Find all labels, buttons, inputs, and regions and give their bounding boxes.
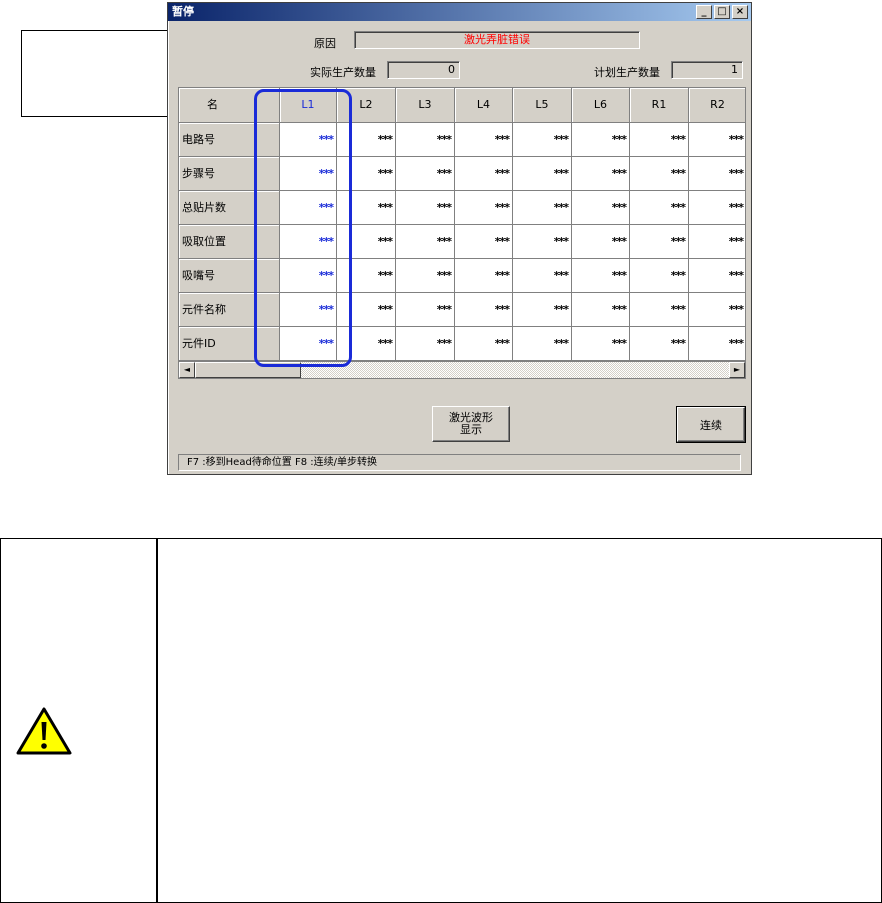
column-header-l3[interactable]: L3: [396, 88, 455, 123]
grid-cell[interactable]: ***: [455, 225, 513, 259]
reason-field: 激光弄脏错误: [354, 31, 640, 49]
column-header-l5[interactable]: L5: [513, 88, 572, 123]
column-header-r2[interactable]: R2: [689, 88, 745, 123]
grid-cell[interactable]: ***: [689, 293, 745, 327]
laser-waveform-button[interactable]: 激光波形 显示: [432, 406, 510, 442]
grid-cell[interactable]: ***: [396, 191, 455, 225]
grid-cell[interactable]: ***: [513, 191, 572, 225]
grid-cell[interactable]: ***: [396, 293, 455, 327]
grid-cell[interactable]: ***: [630, 225, 689, 259]
grid-cell[interactable]: ***: [630, 327, 689, 360]
grid-cell[interactable]: ***: [572, 327, 630, 360]
status-bar: F7 :移到Head待命位置 F8 :连续/单步转换: [178, 454, 741, 471]
grid-cell[interactable]: ***: [689, 327, 745, 360]
window-title: 暂停: [172, 5, 194, 18]
grid-cell[interactable]: ***: [513, 225, 572, 259]
l1-column-highlight: [254, 89, 352, 367]
warning-text-cell: [158, 539, 881, 902]
laser-waveform-label-2: 显示: [460, 423, 482, 436]
warning-table: [0, 538, 882, 903]
grid-cell[interactable]: ***: [396, 259, 455, 293]
grid-cell[interactable]: ***: [630, 293, 689, 327]
actual-qty-label: 实际生产数量: [310, 66, 376, 79]
grid-cell[interactable]: ***: [572, 123, 630, 157]
grid-cell[interactable]: ***: [396, 327, 455, 360]
column-header-l4[interactable]: L4: [455, 88, 513, 123]
column-header-l6[interactable]: L6: [572, 88, 630, 123]
planned-qty-label: 计划生产数量: [594, 66, 660, 79]
grid-cell[interactable]: ***: [572, 259, 630, 293]
grid-cell[interactable]: ***: [455, 259, 513, 293]
grid-cell[interactable]: ***: [455, 293, 513, 327]
planned-qty-field: 1: [671, 61, 743, 79]
grid-cell[interactable]: ***: [396, 225, 455, 259]
maximize-button[interactable]: □: [714, 5, 730, 19]
scroll-left-arrow-icon[interactable]: ◄: [179, 362, 195, 378]
minimize-button[interactable]: _: [696, 5, 712, 19]
grid-cell[interactable]: ***: [513, 259, 572, 293]
grid-cell[interactable]: ***: [572, 157, 630, 191]
grid-cell[interactable]: ***: [455, 123, 513, 157]
scroll-right-arrow-icon[interactable]: ►: [729, 362, 745, 378]
grid-cell[interactable]: ***: [630, 123, 689, 157]
grid-cell[interactable]: ***: [396, 123, 455, 157]
column-header-r1[interactable]: R1: [630, 88, 689, 123]
grid-cell[interactable]: ***: [396, 157, 455, 191]
continue-button[interactable]: 连续: [676, 406, 746, 443]
warning-triangle-icon: [16, 707, 72, 755]
grid-cell[interactable]: ***: [572, 225, 630, 259]
grid-cell[interactable]: ***: [630, 259, 689, 293]
grid-cell[interactable]: ***: [630, 191, 689, 225]
grid-cell[interactable]: ***: [689, 225, 745, 259]
grid-cell[interactable]: ***: [455, 327, 513, 360]
close-button[interactable]: ×: [732, 5, 748, 19]
warning-icon-cell: [1, 539, 158, 902]
grid-cell[interactable]: ***: [572, 293, 630, 327]
grid-cell[interactable]: ***: [689, 157, 745, 191]
grid-cell[interactable]: ***: [513, 157, 572, 191]
grid-cell[interactable]: ***: [455, 191, 513, 225]
grid-cell[interactable]: ***: [455, 157, 513, 191]
actual-qty-field: 0: [387, 61, 460, 79]
grid-cell[interactable]: ***: [513, 123, 572, 157]
grid-cell[interactable]: ***: [689, 123, 745, 157]
grid-cell[interactable]: ***: [689, 191, 745, 225]
grid-cell[interactable]: ***: [689, 259, 745, 293]
reason-label: 原因: [314, 37, 336, 50]
grid-cell[interactable]: ***: [513, 293, 572, 327]
title-bar: 暂停 _ □ ×: [168, 3, 751, 21]
grid-cell[interactable]: ***: [513, 327, 572, 360]
grid-cell[interactable]: ***: [630, 157, 689, 191]
grid-cell[interactable]: ***: [572, 191, 630, 225]
